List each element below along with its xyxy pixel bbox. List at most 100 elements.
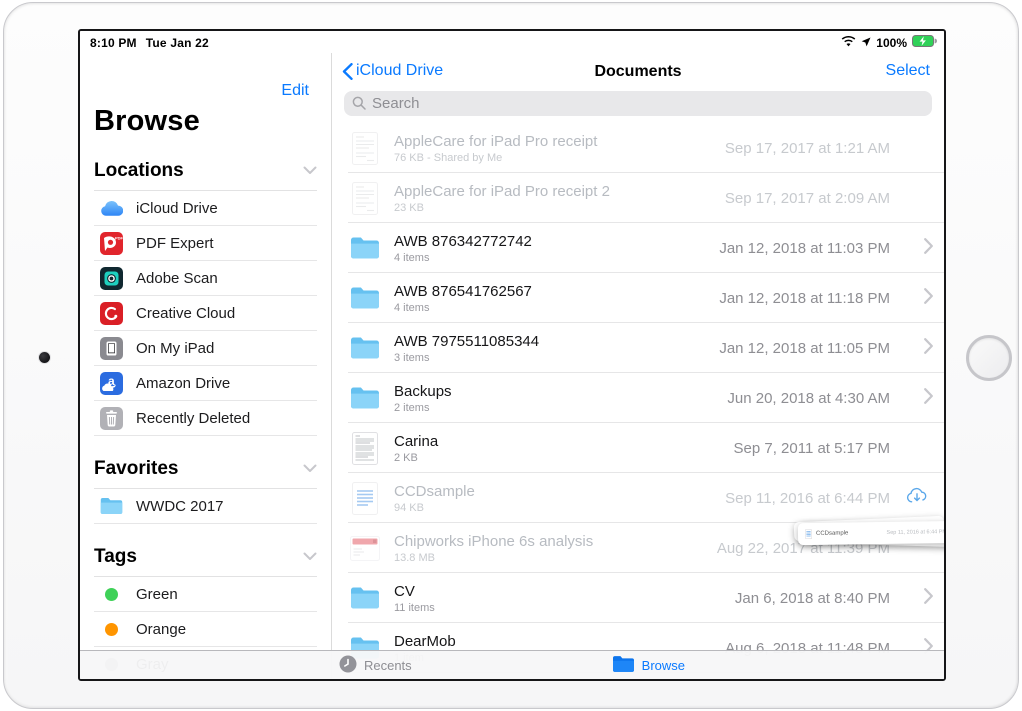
file-meta: 2 items (394, 402, 727, 414)
file-date: Sep 7, 2011 at 5:17 PM (734, 440, 891, 457)
chevron-down-icon[interactable] (303, 460, 317, 478)
edit-button[interactable]: Edit (281, 82, 309, 100)
sidebar-item-green[interactable]: Green (94, 577, 317, 612)
chevron-down-icon[interactable] (303, 548, 317, 566)
sidebar-item-amazon-drive[interactable]: aAmazon Drive (94, 366, 317, 401)
folder-icon (348, 586, 382, 610)
sidebar-item-label: WWDC 2017 (136, 498, 224, 515)
screen: 8:10 PM Tue Jan 22 100% Edit Browse Loca… (78, 29, 946, 681)
sidebar-item-label: Recently Deleted (136, 410, 250, 427)
chevron-right-icon (924, 388, 933, 409)
file-date: Jan 12, 2018 at 11:18 PM (719, 290, 890, 307)
sidebar-item-adobe-scan[interactable]: Adobe Scan (94, 261, 317, 296)
svg-text:PDF: PDF (115, 235, 123, 240)
sidebar-item-on-my-ipad[interactable]: On My iPad (94, 331, 317, 366)
battery-percent: 100% (876, 36, 907, 50)
download-cloud-icon[interactable] (905, 486, 929, 510)
home-button[interactable] (966, 335, 1012, 381)
status-bar: 8:10 PM Tue Jan 22 100% (80, 31, 944, 53)
mini-doc-icon (805, 529, 812, 539)
search-input[interactable] (344, 91, 932, 116)
page-title: Documents (332, 63, 944, 81)
sidebar-item-label: iCloud Drive (136, 200, 218, 217)
file-name: Carina (394, 433, 734, 450)
sidebar-item-pdf-expert[interactable]: PDF PDF Expert (94, 226, 317, 261)
file-name: AppleCare for iPad Pro receipt 2 (394, 183, 725, 200)
sidebar-title: Browse (94, 105, 317, 138)
drag-card-title: CCDsample (816, 530, 848, 536)
file-date: Sep 11, 2016 at 6:44 PM (725, 490, 890, 507)
sidebar-section-favorites: FavoritesWWDC 2017 (94, 458, 317, 524)
pdf-expert-icon: PDF (100, 232, 123, 255)
file-row[interactable]: CV 11 items Jan 6, 2018 at 8:40 PM (332, 573, 944, 623)
file-meta: 13.8 MB (394, 552, 717, 564)
sidebar-item-label: PDF Expert (136, 235, 214, 252)
file-name: AWB 876541762567 (394, 283, 719, 300)
folder-blue-icon (612, 655, 635, 676)
file-row[interactable]: AWB 876541762567 4 items Jan 12, 2018 at… (332, 273, 944, 323)
creative-cloud-icon (100, 302, 123, 325)
sidebar-item-orange[interactable]: Orange (94, 612, 317, 647)
doc-dense-icon (348, 432, 382, 465)
file-row[interactable]: AWB 876342772742 4 items Jan 12, 2018 at… (332, 223, 944, 273)
doc-receipt-icon (348, 132, 382, 165)
browse-sidebar: Edit Browse Locations iCloud Drive PDF PDF … (80, 53, 332, 681)
tab-bar: Recents Browse (80, 650, 944, 679)
sidebar-item-wwdc-2017[interactable]: WWDC 2017 (94, 489, 317, 524)
file-date: Jan 12, 2018 at 11:05 PM (719, 340, 890, 357)
search-icon (352, 96, 366, 115)
content-header: iCloud Drive Documents Select (332, 53, 944, 123)
sidebar-item-creative-cloud[interactable]: Creative Cloud (94, 296, 317, 331)
file-row[interactable]: AppleCare for iPad Pro receipt 2 23 KB S… (332, 173, 944, 223)
file-row[interactable]: Backups 2 items Jun 20, 2018 at 4:30 AM (332, 373, 944, 423)
select-button[interactable]: Select (886, 62, 930, 80)
file-name: CV (394, 583, 735, 600)
sidebar-item-label: Adobe Scan (136, 270, 218, 287)
drag-card-date: Sep 11, 2016 at 6:44 PM (887, 529, 944, 536)
file-row[interactable]: Carina 2 KB Sep 7, 2011 at 5:17 PM (332, 423, 944, 473)
tab-browse[interactable]: Browse (612, 655, 685, 676)
sidebar-section-locations: Locations iCloud Drive PDF PDF Expert Adobe … (94, 160, 317, 436)
location-arrow-icon (861, 36, 871, 50)
file-row[interactable]: AWB 7975511085344 3 items Jan 12, 2018 a… (332, 323, 944, 373)
file-name: AppleCare for iPad Pro receipt (394, 133, 725, 150)
file-name: DearMob (394, 633, 725, 650)
sidebar-item-label: Amazon Drive (136, 375, 230, 392)
chevron-right-icon (924, 238, 933, 259)
file-name: Backups (394, 383, 727, 400)
folder-icon (348, 386, 382, 410)
chevron-right-icon (924, 338, 933, 359)
folder-icon (100, 495, 123, 518)
sidebar-item-icloud-drive[interactable]: iCloud Drive (94, 191, 317, 226)
drag-card-front: CCDsample Sep 11, 2016 at 6:44 PM (798, 521, 944, 545)
sidebar-item-recently-deleted[interactable]: Recently Deleted (94, 401, 317, 436)
ipad-bezel: 8:10 PM Tue Jan 22 100% Edit Browse Loca… (3, 2, 1019, 709)
file-meta: 94 KB (394, 502, 725, 514)
file-name: AWB 876342772742 (394, 233, 719, 250)
battery-icon (912, 35, 937, 50)
chevron-right-icon (924, 288, 933, 309)
file-date: Jan 12, 2018 at 11:03 PM (719, 240, 890, 257)
file-meta: 76 KB - Shared by Me (394, 152, 725, 164)
tag-icon (100, 618, 123, 641)
clock-icon (339, 655, 357, 676)
tab-recents[interactable]: Recents (339, 655, 412, 676)
front-camera (39, 352, 50, 363)
file-list: AppleCare for iPad Pro receipt 76 KB - S… (332, 123, 944, 681)
file-name: CCDsample (394, 483, 725, 500)
section-title: Tags (94, 546, 137, 568)
adobe-scan-icon (100, 267, 123, 290)
icloud-drive-icon (100, 197, 123, 220)
file-date: Sep 17, 2017 at 1:21 AM (725, 140, 890, 157)
chevron-down-icon[interactable] (303, 162, 317, 180)
sidebar-item-label: Creative Cloud (136, 305, 235, 322)
file-meta: 4 items (394, 252, 719, 264)
doc-pdf-icon (348, 536, 382, 561)
file-row[interactable]: AppleCare for iPad Pro receipt 76 KB - S… (332, 123, 944, 173)
section-title: Locations (94, 160, 184, 182)
file-row[interactable]: CCDsample 94 KB Sep 11, 2016 at 6:44 PM (332, 473, 944, 523)
sidebar-sections: Locations iCloud Drive PDF PDF Expert Adobe … (94, 160, 317, 681)
file-date: Jun 20, 2018 at 4:30 AM (727, 390, 890, 407)
drag-stack[interactable]: CCDsample Sep 11, 2016 at 6:44 PM 7 (790, 518, 944, 558)
folder-icon (348, 286, 382, 310)
